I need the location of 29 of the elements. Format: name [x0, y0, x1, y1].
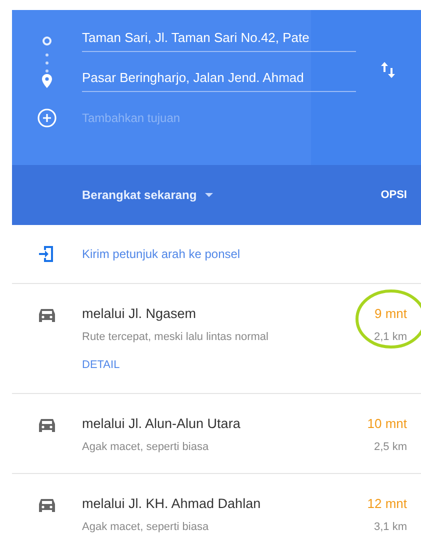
- send-to-phone-link[interactable]: Kirim petunjuk arah ke ponsel: [82, 247, 240, 261]
- add-destination-field[interactable]: Tambahkan tujuan: [82, 111, 282, 125]
- route-time: 10 mnt: [366, 416, 407, 431]
- route-time: 12 mnt: [366, 496, 407, 511]
- caret-icon: [204, 193, 213, 197]
- origin-field[interactable]: Taman Sari, Jl. Taman Sari No.42, Pate: [82, 30, 356, 52]
- route-description: Rute tercepat, meski lalu lintas normal: [82, 331, 270, 343]
- route-description: Agak macet, seperti biasa: [82, 521, 210, 533]
- route-time: 9 mnt: [373, 306, 407, 321]
- depart-dropdown[interactable]: Berangkat sekarang: [82, 188, 213, 202]
- route-dots-icon: [45, 52, 49, 74]
- car-icon: [38, 418, 56, 433]
- options-button[interactable]: OPSI: [380, 189, 407, 201]
- route-name[interactable]: melalui Jl. Alun-Alun Utara: [82, 416, 337, 431]
- car-icon: [38, 308, 56, 323]
- swap-arrows-icon[interactable]: [381, 62, 395, 78]
- route-distance: 2,1 km: [372, 331, 407, 343]
- route-name[interactable]: melalui Jl. KH. Ahmad Dahlan: [82, 496, 337, 511]
- car-icon: [38, 498, 56, 513]
- route-name[interactable]: melalui Jl. Ngasem: [82, 306, 337, 321]
- route-description: Agak macet, seperti biasa: [82, 441, 210, 453]
- route-distance: 2,5 km: [372, 441, 407, 453]
- route-distance: 3,1 km: [372, 521, 407, 533]
- origin-circle-icon: [42, 36, 52, 46]
- detail-link[interactable]: DETAIL: [82, 359, 120, 371]
- destination-pin-icon: [42, 74, 52, 88]
- phone-arrow-icon: [39, 245, 55, 263]
- add-circle-icon[interactable]: [37, 108, 57, 128]
- destination-field[interactable]: Pasar Beringharjo, Jalan Jend. Ahmad: [82, 70, 356, 92]
